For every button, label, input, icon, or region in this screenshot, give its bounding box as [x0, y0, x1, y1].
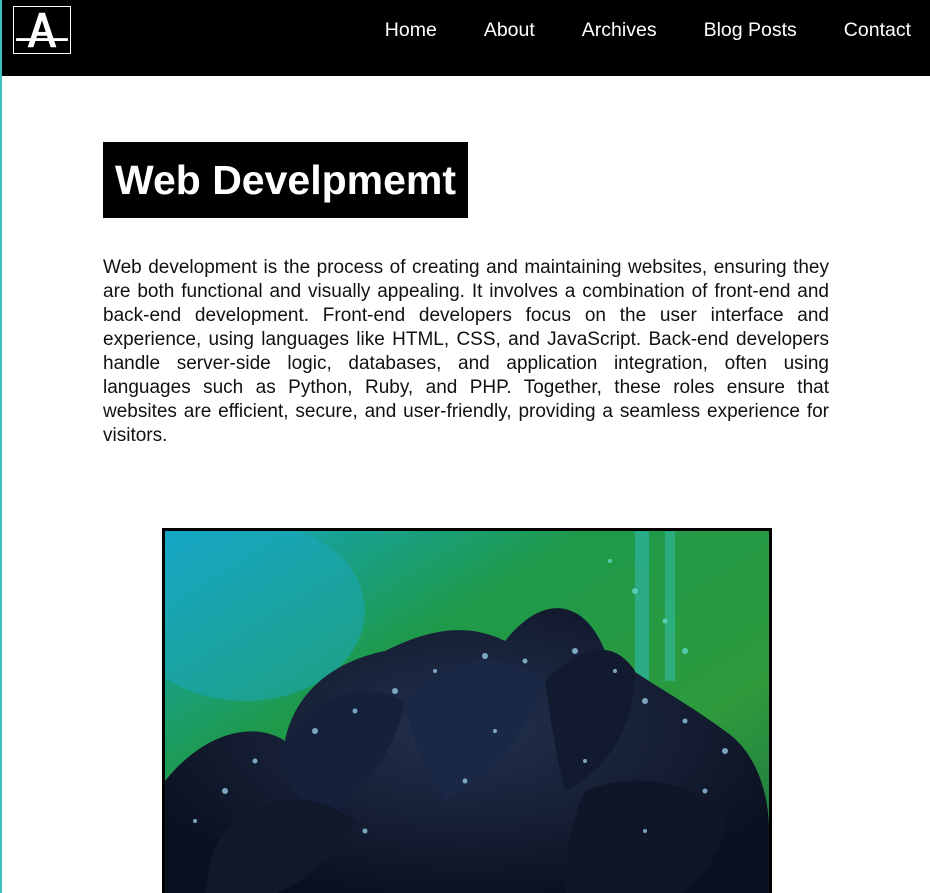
intro-paragraph: Web development is the process of creati…	[103, 257, 829, 446]
nav-about-link[interactable]: About	[484, 18, 535, 42]
nav-archives-link[interactable]: Archives	[582, 18, 657, 42]
nav-links: Home About Archives Blog Posts Contact	[385, 18, 911, 42]
rose-photo-icon	[165, 531, 769, 893]
page-title: Web Develpmemt	[115, 156, 457, 203]
nav-contact-link[interactable]: Contact	[844, 18, 911, 42]
page: Home About Archives Blog Posts Contact W…	[0, 0, 930, 893]
logo-a-icon	[16, 12, 68, 48]
title-box: Web Develpmemt	[103, 142, 469, 218]
black-rose-image	[162, 528, 772, 893]
nav-blog-posts-link[interactable]: Blog Posts	[704, 18, 797, 42]
site-logo[interactable]	[13, 6, 71, 54]
nav-home-link[interactable]: Home	[385, 18, 437, 42]
navbar: Home About Archives Blog Posts Contact	[2, 0, 930, 76]
